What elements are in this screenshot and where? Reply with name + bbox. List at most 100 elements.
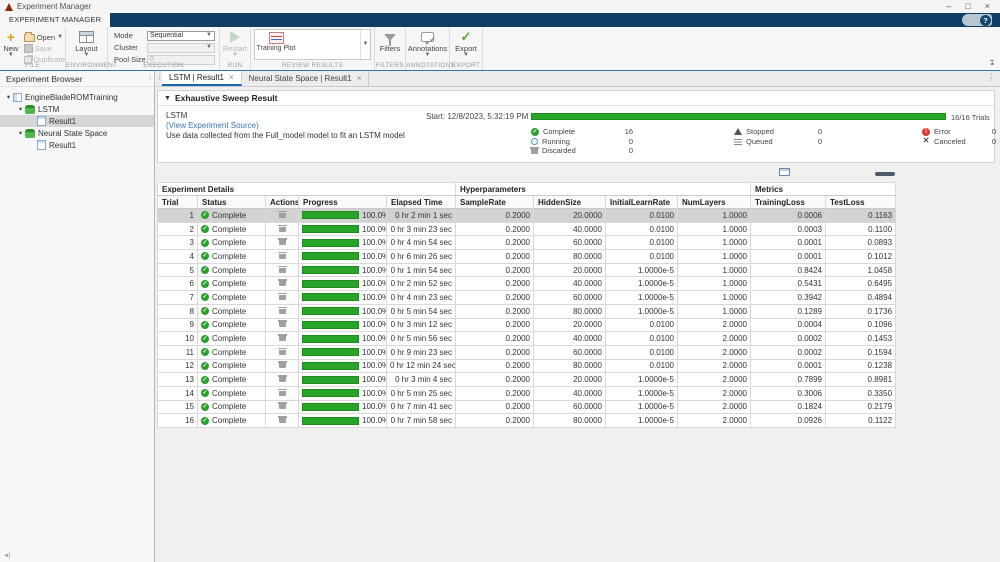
column-header[interactable]: TestLoss xyxy=(826,196,896,209)
trial-cell: 16 xyxy=(158,414,198,428)
table-row[interactable]: 13✓Complete100.0%0 hr 3 min 4 sec0.20002… xyxy=(158,373,896,387)
progress-percent: 100.0% xyxy=(362,266,387,275)
table-row[interactable]: 11✓Complete100.0%0 hr 9 min 23 sec0.2000… xyxy=(158,345,896,359)
table-row[interactable]: 4✓Complete100.0%0 hr 6 min 26 sec0.20008… xyxy=(158,250,896,264)
table-row[interactable]: 5✓Complete100.0%0 hr 1 min 54 sec0.20002… xyxy=(158,263,896,277)
tab-close-icon[interactable]: × xyxy=(357,74,362,83)
elapsed-time-cell: 0 hr 3 min 23 sec xyxy=(387,222,456,236)
queued-icon xyxy=(734,138,742,145)
discard-button[interactable] xyxy=(279,225,286,232)
tree-expand-icon[interactable]: ▾ xyxy=(16,105,25,113)
document-tab[interactable]: LSTM | Result1× xyxy=(162,71,242,86)
sweep-result-header[interactable]: ▼ Exhaustive Sweep Result xyxy=(158,91,994,106)
tree-item[interactable]: Result1 xyxy=(0,115,154,127)
table-row[interactable]: 8✓Complete100.0%0 hr 5 min 54 sec0.20008… xyxy=(158,304,896,318)
elapsed-time-cell: 0 hr 6 min 26 sec xyxy=(387,250,456,264)
tree-item[interactable]: ▾LSTM xyxy=(0,103,154,115)
discard-button[interactable] xyxy=(279,375,286,382)
gallery-expand-button[interactable]: ▼ xyxy=(360,30,370,59)
training-loss-cell: 0.0003 xyxy=(751,222,826,236)
column-header[interactable]: NumLayers xyxy=(678,196,751,209)
elapsed-time-cell: 0 hr 9 min 23 sec xyxy=(387,345,456,359)
discard-button[interactable] xyxy=(279,238,286,245)
column-header[interactable]: Actions xyxy=(266,196,299,209)
column-header[interactable]: InitialLearnRate xyxy=(606,196,678,209)
table-row[interactable]: 12✓Complete100.0%0 hr 12 min 24 sec0.200… xyxy=(158,359,896,373)
minimize-button[interactable]: – xyxy=(946,0,951,13)
discard-button[interactable] xyxy=(279,334,286,341)
column-header[interactable]: Status xyxy=(198,196,266,209)
status-count: 0 xyxy=(992,127,996,136)
test-loss-cell: 0.1096 xyxy=(826,318,896,332)
initial-learn-rate-cell: 1.0000e-5 xyxy=(606,414,678,428)
ribbon-tab-experiment-manager[interactable]: EXPERIMENT MANAGER xyxy=(0,13,110,27)
column-header[interactable]: Elapsed Time xyxy=(387,196,456,209)
table-row[interactable]: 9✓Complete100.0%0 hr 3 min 12 sec0.20002… xyxy=(158,318,896,332)
tab-close-icon[interactable]: × xyxy=(229,73,234,82)
result-icon xyxy=(37,140,46,150)
training-loss-cell: 0.1824 xyxy=(751,400,826,414)
table-row[interactable]: 7✓Complete100.0%0 hr 4 min 23 sec0.20006… xyxy=(158,291,896,305)
discard-button[interactable] xyxy=(279,252,286,259)
initial-learn-rate-cell: 0.0100 xyxy=(606,222,678,236)
tree-item[interactable]: Result1 xyxy=(0,139,154,151)
column-header[interactable]: SampleRate xyxy=(456,196,534,209)
tree-item[interactable]: ▾Neural State Space xyxy=(0,127,154,139)
discard-button[interactable] xyxy=(279,320,286,327)
discard-button[interactable] xyxy=(279,416,286,423)
panel-handle-icon[interactable]: ⁞ xyxy=(149,75,150,82)
table-row[interactable]: 14✓Complete100.0%0 hr 5 min 25 sec0.2000… xyxy=(158,386,896,400)
actions-cell xyxy=(266,250,299,264)
discard-button[interactable] xyxy=(279,348,286,355)
cluster-select[interactable]: ▼ xyxy=(147,43,215,53)
test-loss-cell: 0.1594 xyxy=(826,345,896,359)
discard-button[interactable] xyxy=(279,293,286,300)
mode-select[interactable]: Sequential ▼ xyxy=(147,31,215,41)
status-text: Complete xyxy=(212,211,246,220)
training-loss-cell: 0.1289 xyxy=(751,304,826,318)
close-button[interactable]: × xyxy=(985,0,990,13)
tree-expand-icon[interactable]: ▾ xyxy=(16,129,25,137)
progress-percent: 100.0% xyxy=(362,225,387,234)
test-loss-cell: 0.6495 xyxy=(826,277,896,291)
column-header[interactable]: TrainingLoss xyxy=(751,196,826,209)
document-tab[interactable]: Neural State Space | Result1× xyxy=(242,71,370,86)
column-header[interactable]: HiddenSize xyxy=(534,196,606,209)
trial-cell: 1 xyxy=(158,209,198,223)
tree-item[interactable]: ▾EngineBladeROMTraining xyxy=(0,91,154,103)
table-row[interactable]: 6✓Complete100.0%0 hr 2 min 52 sec0.20004… xyxy=(158,277,896,291)
table-row[interactable]: 3✓Complete100.0%0 hr 4 min 54 sec0.20006… xyxy=(158,236,896,250)
discard-button[interactable] xyxy=(279,402,286,409)
tree-expand-icon[interactable]: ▾ xyxy=(4,93,13,101)
table-row[interactable]: 15✓Complete100.0%0 hr 7 min 41 sec0.2000… xyxy=(158,400,896,414)
save-button[interactable]: Save xyxy=(22,43,65,54)
progress-bar xyxy=(302,225,359,233)
sample-rate-cell: 0.2000 xyxy=(456,263,534,277)
view-experiment-source-link[interactable]: (View Experiment Source) xyxy=(166,121,405,131)
discard-button[interactable] xyxy=(279,307,286,314)
discard-button[interactable] xyxy=(279,266,286,273)
initial-learn-rate-cell: 0.0100 xyxy=(606,318,678,332)
mini-scrollbar-thumb[interactable] xyxy=(875,172,895,176)
progress-percent: 100.0% xyxy=(362,293,387,302)
tab-overflow-icon[interactable]: ⋮ xyxy=(987,71,1000,86)
discard-button[interactable] xyxy=(279,279,286,286)
table-view-icon[interactable] xyxy=(779,168,790,176)
table-row[interactable]: 1✓Complete100.0%0 hr 2 min 1 sec0.200020… xyxy=(158,209,896,223)
training-plot-button[interactable]: Training Plot xyxy=(255,30,297,59)
column-header[interactable]: Progress xyxy=(299,196,387,209)
table-row[interactable]: 16✓Complete100.0%0 hr 7 min 58 sec0.2000… xyxy=(158,414,896,428)
table-row[interactable]: 2✓Complete100.0%0 hr 3 min 23 sec0.20004… xyxy=(158,222,896,236)
help-button[interactable]: ? xyxy=(962,14,992,26)
collapse-ribbon-icon[interactable]: ▴ xyxy=(990,60,994,67)
table-column-header-row: TrialStatusActionsProgressElapsed TimeSa… xyxy=(158,196,896,209)
maximize-button[interactable]: □ xyxy=(965,0,970,13)
discard-button[interactable] xyxy=(279,389,286,396)
status-text: Complete xyxy=(212,348,246,357)
table-row[interactable]: 10✓Complete100.0%0 hr 5 min 56 sec0.2000… xyxy=(158,332,896,346)
discard-button[interactable] xyxy=(279,211,286,218)
column-header[interactable]: Trial xyxy=(158,196,198,209)
discard-button[interactable] xyxy=(279,361,286,368)
open-button[interactable]: Open ▼ xyxy=(22,32,65,43)
sample-rate-cell: 0.2000 xyxy=(456,345,534,359)
